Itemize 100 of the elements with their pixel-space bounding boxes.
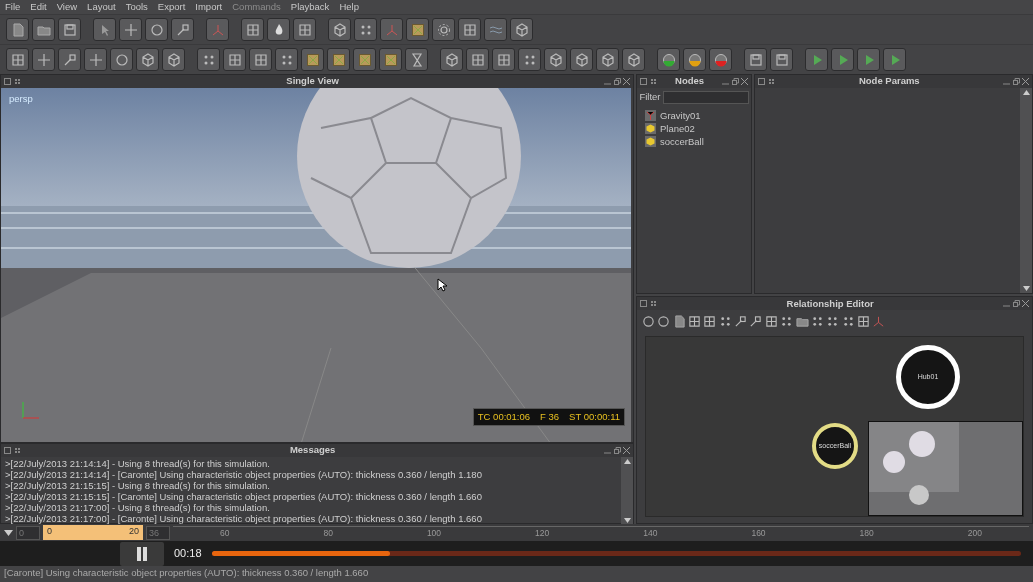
close-icon[interactable] <box>623 78 630 85</box>
dropdown-icon[interactable] <box>4 529 13 536</box>
toolbar-button[interactable] <box>831 48 854 71</box>
toolbar-button[interactable] <box>883 48 906 71</box>
float-icon[interactable] <box>1012 300 1020 308</box>
float-icon[interactable] <box>731 78 739 85</box>
window-icon[interactable] <box>640 78 647 85</box>
scrollbar[interactable] <box>621 457 633 525</box>
toolbar-button[interactable] <box>492 48 515 71</box>
toolbar-button[interactable] <box>249 48 272 71</box>
tree-item[interactable]: soccerBall <box>637 135 751 149</box>
toolbar-button[interactable] <box>197 48 220 71</box>
toolbar-button[interactable] <box>857 48 880 71</box>
toolbar-button[interactable] <box>6 18 29 41</box>
toolbar-button[interactable] <box>241 18 264 41</box>
scroll-down-icon[interactable] <box>1022 286 1030 291</box>
toolbar-button[interactable] <box>58 18 81 41</box>
window-icon[interactable] <box>4 447 11 454</box>
toolbar-button[interactable] <box>744 48 767 71</box>
toolbar-button[interactable] <box>162 48 185 71</box>
toolbar-button[interactable] <box>353 48 376 71</box>
grip-icon[interactable] <box>14 78 21 85</box>
toolbar-button[interactable] <box>171 18 194 41</box>
tree-item[interactable]: Plane02 <box>637 122 751 136</box>
window-icon[interactable] <box>4 78 11 85</box>
toolbar-button[interactable] <box>275 48 298 71</box>
float-icon[interactable] <box>613 447 621 454</box>
crate-icon <box>383 52 398 67</box>
close-icon[interactable] <box>741 78 748 85</box>
toolbar-button[interactable] <box>432 18 455 41</box>
toolbar-button[interactable] <box>379 48 402 71</box>
menu-item[interactable]: Import <box>190 0 228 14</box>
toolbar-button[interactable] <box>32 18 55 41</box>
close-icon[interactable] <box>623 447 630 454</box>
toolbar-button[interactable] <box>136 48 159 71</box>
float-icon[interactable] <box>613 78 621 85</box>
window-icon[interactable] <box>640 300 647 308</box>
scroll-up-icon[interactable] <box>623 459 631 464</box>
toolbar-button[interactable] <box>440 48 463 71</box>
menu-item[interactable]: Tools <box>120 0 153 14</box>
menu-item[interactable]: Help <box>334 0 364 14</box>
toolbar-button[interactable] <box>805 48 828 71</box>
menu-item[interactable]: Layout <box>82 0 121 14</box>
toolbar-button[interactable] <box>683 48 706 71</box>
toolbar-button[interactable] <box>223 48 246 71</box>
menu-item[interactable]: File <box>0 0 26 14</box>
circle-icon <box>657 314 671 328</box>
cube-icon <box>645 123 656 135</box>
toolbar-button[interactable] <box>267 18 290 41</box>
menu-item[interactable]: Export <box>152 0 191 14</box>
toolbar-button[interactable] <box>84 48 107 71</box>
toolbar-button[interactable] <box>145 18 168 41</box>
toolbar-button[interactable] <box>570 48 593 71</box>
toolbar-button[interactable] <box>293 18 316 41</box>
axes-icon <box>384 22 399 37</box>
grip-icon[interactable] <box>14 447 21 454</box>
toolbar-button[interactable] <box>405 48 428 71</box>
grip-icon[interactable] <box>650 78 657 85</box>
toolbar-button[interactable] <box>301 48 324 71</box>
tree-item[interactable]: Gravity01 <box>637 109 751 123</box>
minimap[interactable] <box>868 421 1023 516</box>
toolbar-button[interactable] <box>709 48 732 71</box>
close-icon[interactable] <box>1022 78 1029 85</box>
window-icon[interactable] <box>758 78 766 85</box>
toolbar-button[interactable] <box>622 48 645 71</box>
toolbar-button[interactable] <box>58 48 81 71</box>
toolbar-button[interactable] <box>32 48 55 71</box>
grip-icon[interactable] <box>650 300 657 308</box>
progress-track[interactable] <box>211 551 1021 556</box>
grip-icon[interactable] <box>768 78 776 85</box>
toolbar-button[interactable] <box>596 48 619 71</box>
end-frame-field[interactable]: 36 <box>146 525 170 540</box>
toolbar-button[interactable] <box>406 18 429 41</box>
scrollbar[interactable] <box>1020 88 1032 293</box>
float-icon[interactable] <box>1012 78 1020 85</box>
toolbar-button[interactable] <box>93 18 116 41</box>
range-start: 0 <box>47 525 52 538</box>
filter-field[interactable] <box>662 91 749 104</box>
scroll-up-icon[interactable] <box>1022 90 1030 95</box>
toolbar-button[interactable] <box>544 48 567 71</box>
toolbar-button[interactable] <box>510 18 533 41</box>
pause-button[interactable] <box>120 541 164 566</box>
toolbar-button[interactable] <box>328 18 351 41</box>
toolbar-button[interactable] <box>770 48 793 71</box>
menu-item[interactable]: Edit <box>25 0 52 14</box>
toolbar-button[interactable] <box>327 48 350 71</box>
toolbar-button[interactable] <box>119 18 142 41</box>
start-frame-field[interactable]: 0 <box>16 525 40 540</box>
toolbar-button[interactable] <box>466 48 489 71</box>
close-icon[interactable] <box>1022 300 1029 308</box>
menu-item[interactable]: View <box>51 0 83 14</box>
log-line: >[22/July/2013 21:17:00] - Using 8 thread(s) for this simulation. <box>5 502 271 513</box>
filter-label: Filter <box>639 90 661 105</box>
menu-item[interactable]: Playback <box>285 0 335 14</box>
toolbar-button[interactable] <box>110 48 133 71</box>
toolbar-button[interactable] <box>657 48 680 71</box>
toolbar-button[interactable] <box>6 48 29 71</box>
toolbar-button[interactable] <box>518 48 541 71</box>
toolbar-button[interactable] <box>354 18 377 41</box>
toolbar-button[interactable] <box>458 18 481 41</box>
